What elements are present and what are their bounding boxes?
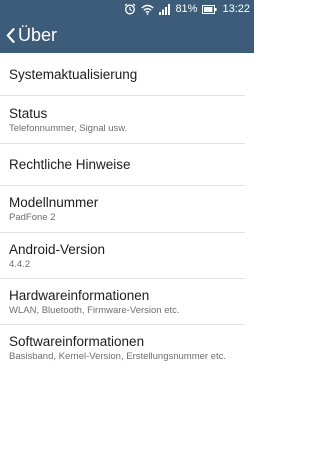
settings-item-model-number[interactable]: Modellnummer PadFone 2 <box>0 186 245 233</box>
battery-icon <box>202 0 218 18</box>
page-title: Über <box>18 25 58 45</box>
settings-item-subtitle: Telefonnummer, Signal usw. <box>9 122 128 134</box>
settings-item-system-update[interactable]: Systemaktualisierung <box>0 53 245 96</box>
settings-item-title: Status <box>9 105 48 121</box>
clock: 13:22 <box>222 3 250 15</box>
chevron-left-icon <box>6 28 15 43</box>
settings-item-hardware-info[interactable]: Hardwareinformationen WLAN, Bluetooth, F… <box>0 279 245 325</box>
status-bar: 81% 13:22 <box>0 0 254 18</box>
settings-item-status[interactable]: Status Telefonnummer, Signal usw. <box>0 96 245 144</box>
settings-item-title: Modellnummer <box>9 195 99 210</box>
settings-item-android-version[interactable]: Android-Version 4.4.2 <box>0 233 245 279</box>
settings-item-title: Hardwareinformationen <box>9 287 150 303</box>
settings-item-subtitle: PadFone 2 <box>9 212 56 223</box>
settings-item-title: Softwareinformationen <box>9 334 145 349</box>
settings-list: Systemaktualisierung Status Telefonnumme… <box>0 53 254 371</box>
settings-item-legal[interactable]: Rechtliche Hinweise <box>0 144 245 186</box>
back-button[interactable]: Über <box>0 18 65 53</box>
alarm-icon <box>124 0 136 18</box>
settings-item-software-info[interactable]: Softwareinformationen Basisband, Kernel-… <box>0 325 245 371</box>
battery-percentage: 81% <box>175 3 198 15</box>
settings-item-subtitle: Basisband, Kernel-Version, Erstellungsnu… <box>9 351 227 362</box>
settings-item-subtitle: 4.4.2 <box>9 258 31 270</box>
settings-item-title: Rechtliche Hinweise <box>9 157 131 172</box>
settings-item-title: Android-Version <box>9 241 106 257</box>
settings-item-title: Systemaktualisierung <box>9 66 138 82</box>
signal-icon <box>159 0 171 18</box>
settings-item-subtitle: WLAN, Bluetooth, Firmware-Version etc. <box>9 304 180 316</box>
app-bar: Über <box>0 18 254 53</box>
wifi-icon <box>141 0 155 18</box>
